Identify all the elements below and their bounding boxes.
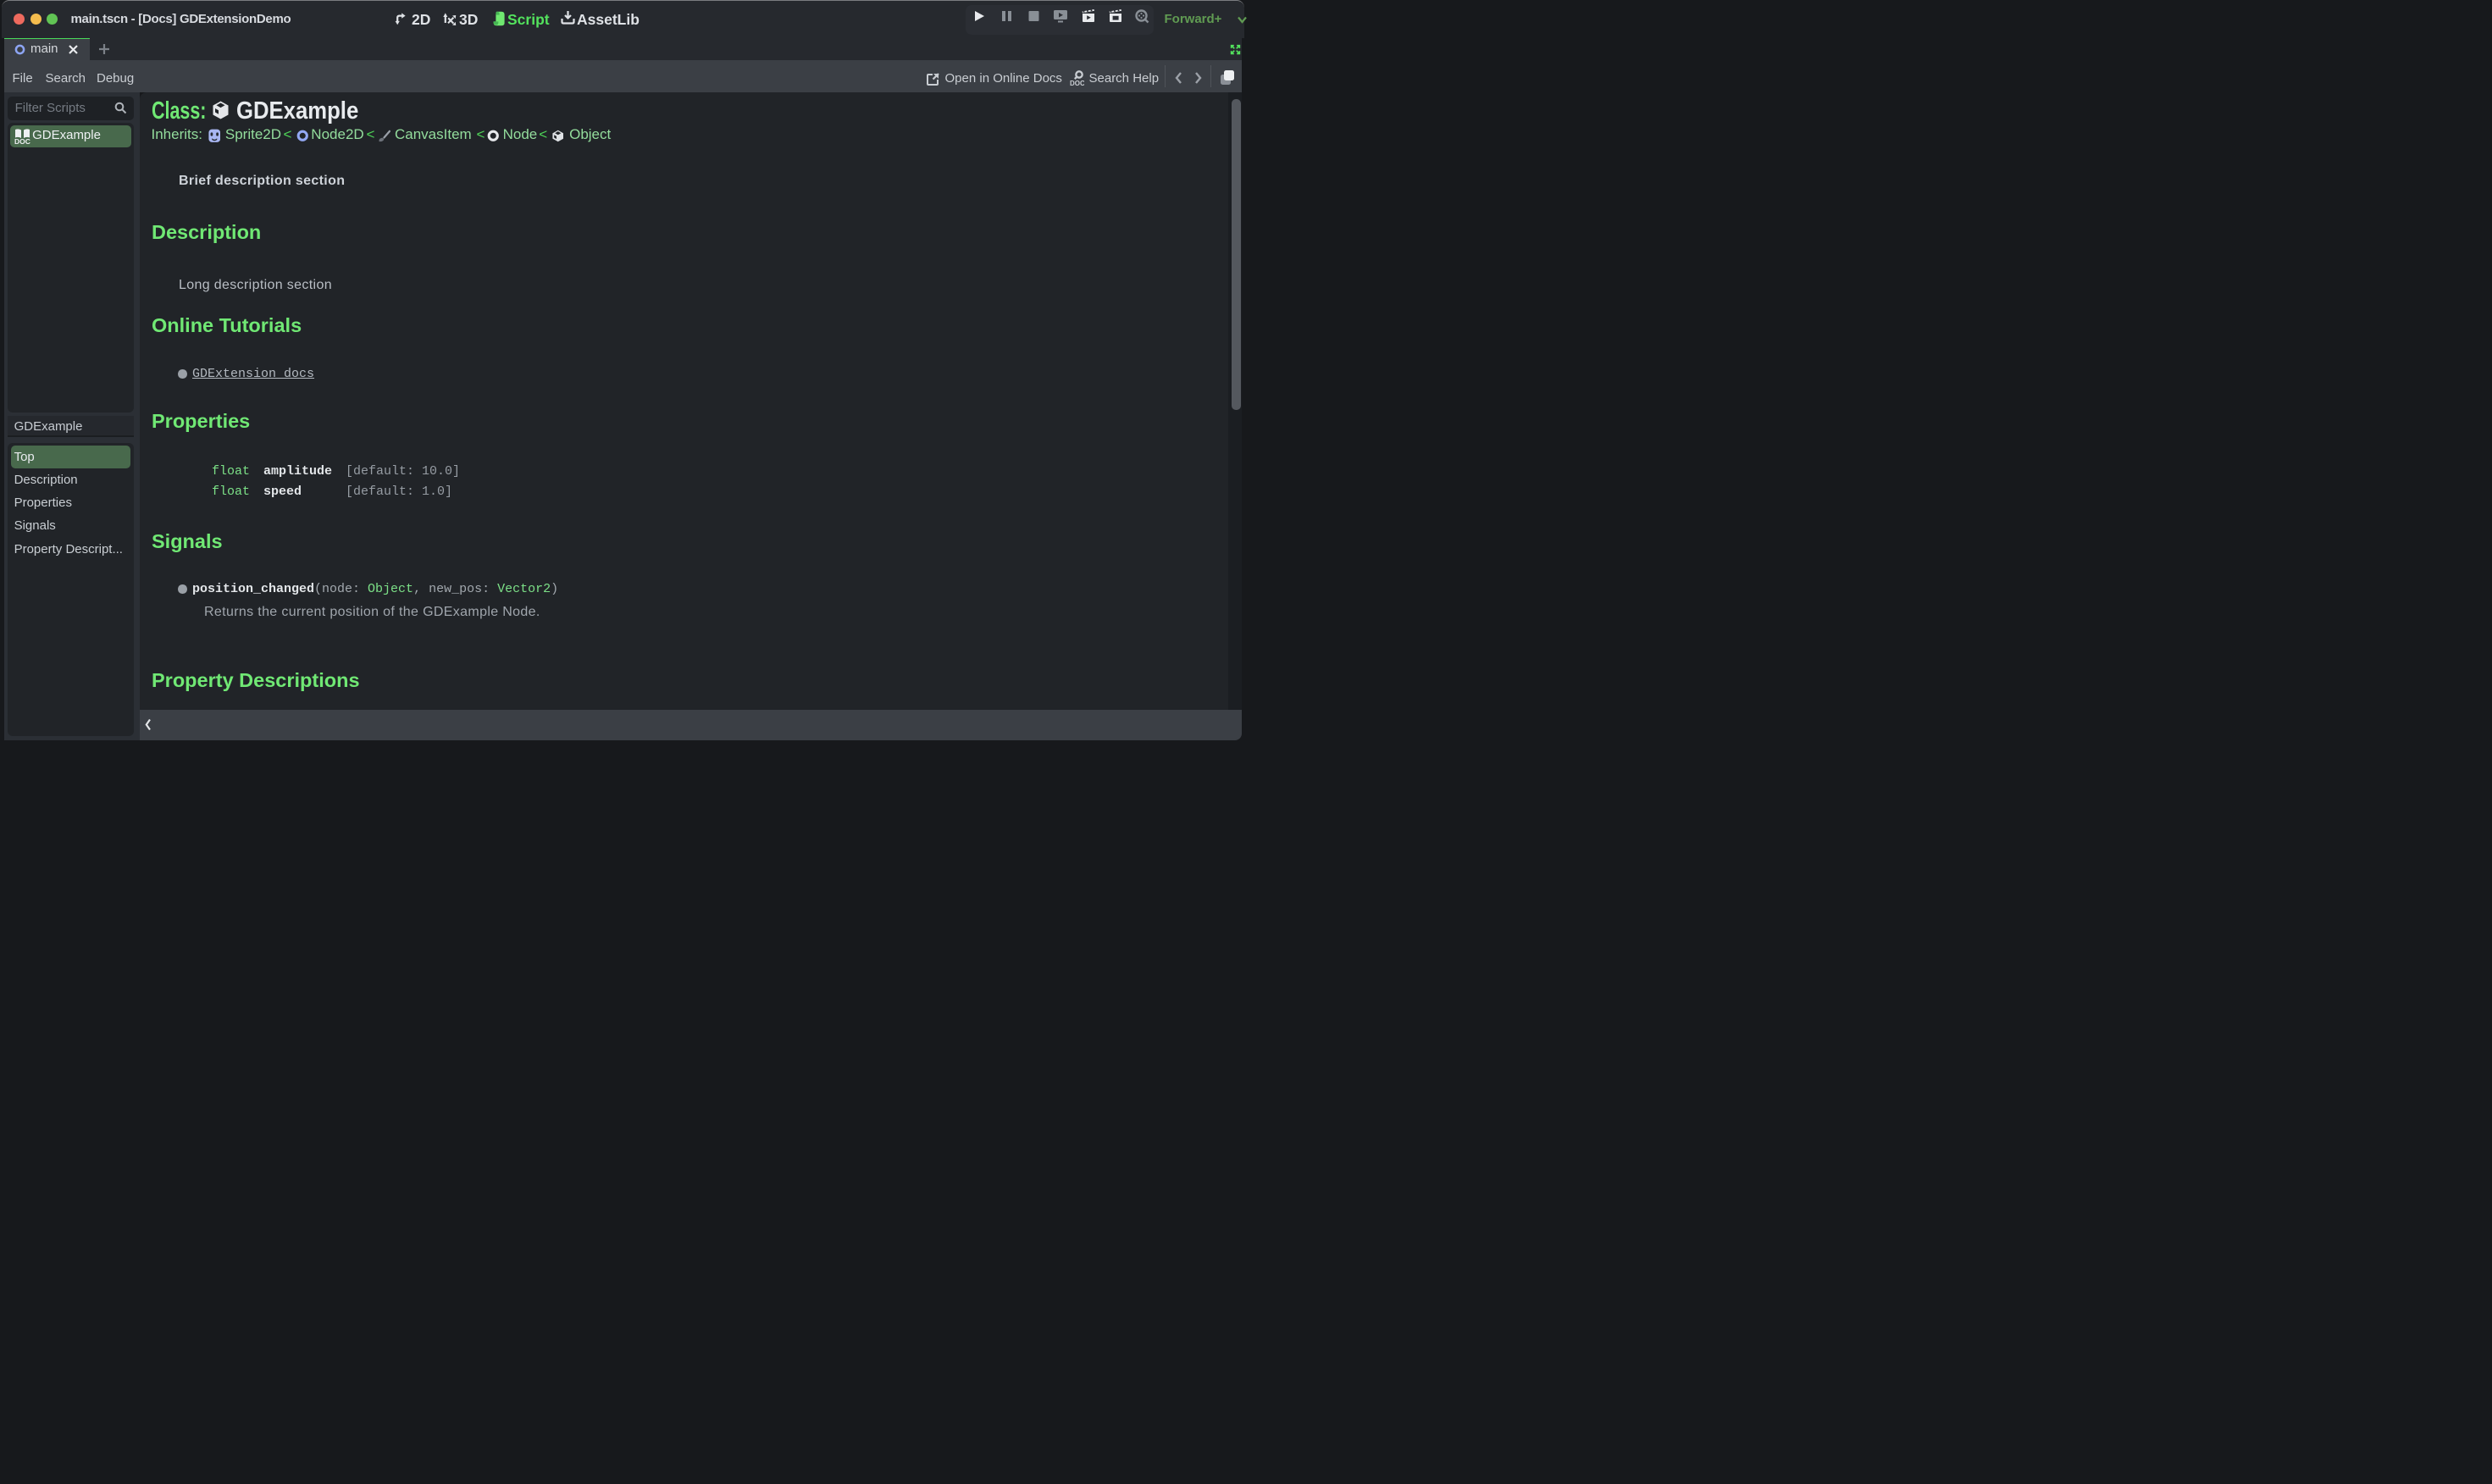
svg-text:DOC: DOC [1070, 80, 1084, 86]
svg-text:DOC: DOC [14, 137, 30, 145]
